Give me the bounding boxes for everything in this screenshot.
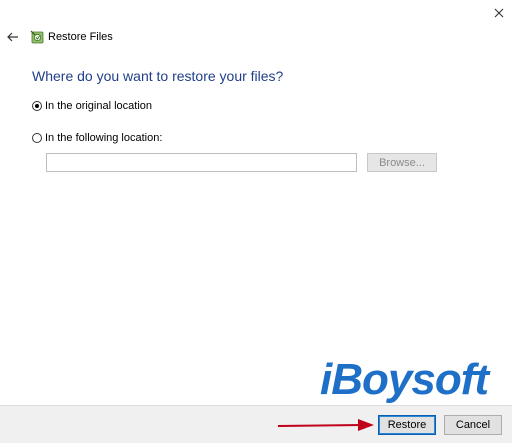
browse-button[interactable]: Browse... bbox=[367, 153, 437, 172]
red-arrow-annotation bbox=[277, 419, 374, 431]
cancel-button[interactable]: Cancel bbox=[444, 415, 502, 435]
window-title: Restore Files bbox=[48, 31, 113, 43]
restore-button[interactable]: Restore bbox=[378, 415, 436, 435]
radio-original-location[interactable] bbox=[32, 101, 42, 111]
option-original-label: In the original location bbox=[45, 100, 153, 112]
option-following-label: In the following location: bbox=[45, 132, 163, 144]
location-path-input[interactable] bbox=[46, 153, 357, 172]
close-icon bbox=[494, 8, 504, 18]
close-button[interactable] bbox=[488, 2, 510, 24]
page-heading: Where do you want to restore your files? bbox=[32, 68, 284, 84]
watermark-logo: iBoysoft bbox=[320, 355, 489, 404]
back-arrow-icon bbox=[7, 32, 18, 42]
option-following-location[interactable]: In the following location: bbox=[32, 132, 162, 144]
restore-files-icon bbox=[30, 30, 44, 44]
back-button[interactable] bbox=[4, 28, 22, 46]
radio-following-location[interactable] bbox=[32, 133, 42, 143]
option-original-location[interactable]: In the original location bbox=[32, 100, 152, 112]
